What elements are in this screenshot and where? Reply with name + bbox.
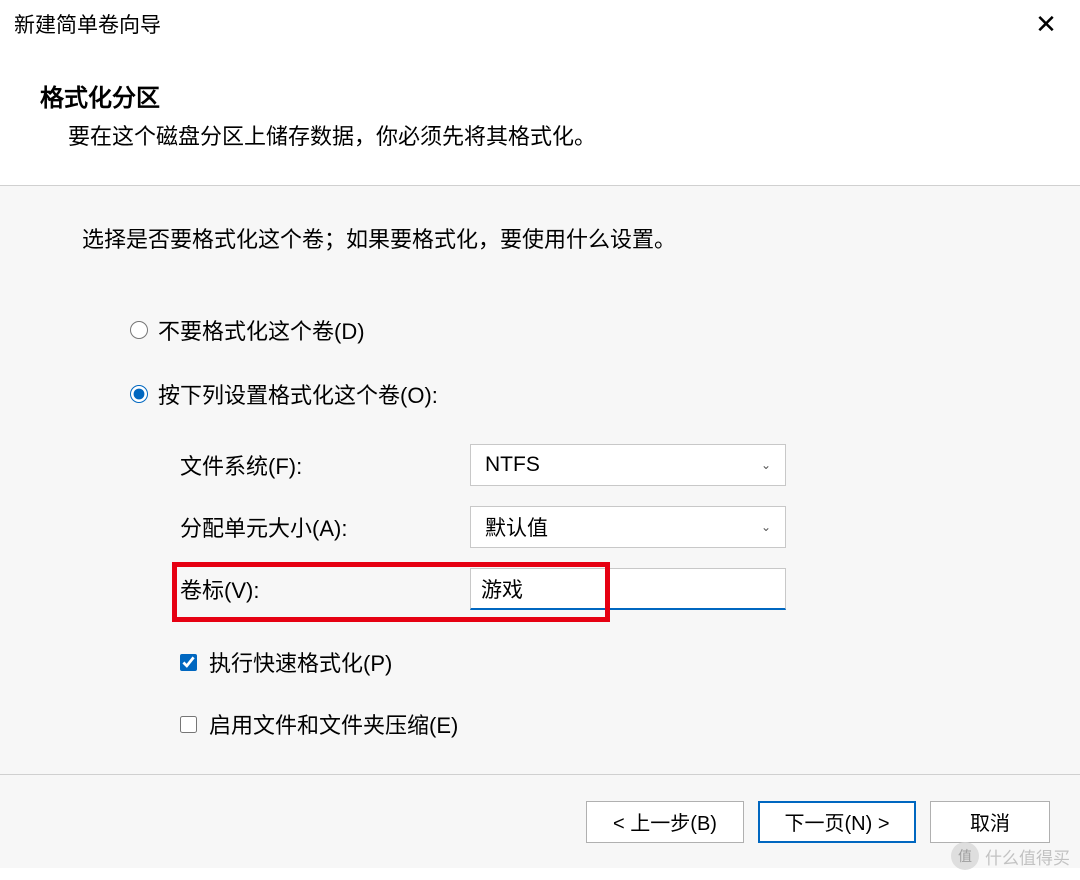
radio-no-format-label: 不要格式化这个卷(D)	[158, 314, 365, 346]
filesystem-label: 文件系统(F):	[180, 449, 470, 481]
instruction-text: 选择是否要格式化这个卷；如果要格式化，要使用什么设置。	[82, 222, 1024, 254]
chevron-down-icon: ⌄	[761, 458, 771, 472]
watermark: 值 什么值得买	[951, 842, 1070, 870]
chevron-down-icon: ⌄	[761, 520, 771, 534]
allocation-row: 分配单元大小(A): 默认值 ⌄	[180, 504, 1024, 550]
radio-group: 不要格式化这个卷(D) 按下列设置格式化这个卷(O): 文件系统(F): NTF…	[130, 314, 1024, 740]
filesystem-row: 文件系统(F): NTFS ⌄	[180, 442, 1024, 488]
wizard-footer: < 上一步(B) 下一页(N) > 取消	[0, 774, 1080, 868]
back-button[interactable]: < 上一步(B)	[586, 801, 744, 843]
next-button[interactable]: 下一页(N) >	[758, 801, 916, 843]
allocation-value: 默认值	[485, 512, 548, 542]
radio-format-input[interactable]	[130, 385, 148, 403]
allocation-label: 分配单元大小(A):	[180, 511, 470, 543]
page-subtitle: 要在这个磁盘分区上储存数据，你必须先将其格式化。	[68, 119, 1040, 151]
radio-no-format[interactable]: 不要格式化这个卷(D)	[130, 314, 1024, 346]
compression-checkbox[interactable]: 启用文件和文件夹压缩(E)	[180, 708, 1024, 740]
volume-label-input[interactable]	[470, 568, 786, 610]
page-title: 格式化分区	[40, 78, 1040, 113]
cancel-button[interactable]: 取消	[930, 801, 1050, 843]
wizard-header: 格式化分区 要在这个磁盘分区上储存数据，你必须先将其格式化。	[0, 48, 1080, 185]
allocation-select[interactable]: 默认值 ⌄	[470, 506, 786, 548]
filesystem-select[interactable]: NTFS ⌄	[470, 444, 786, 486]
radio-format-label: 按下列设置格式化这个卷(O):	[158, 378, 438, 410]
quick-format-label: 执行快速格式化(P)	[209, 646, 392, 678]
volume-label-row: 卷标(V):	[180, 566, 1024, 612]
compression-label: 启用文件和文件夹压缩(E)	[209, 708, 458, 740]
format-settings: 文件系统(F): NTFS ⌄ 分配单元大小(A): 默认值 ⌄ 卷标(V):	[180, 442, 1024, 740]
quick-format-input[interactable]	[180, 654, 197, 671]
radio-format[interactable]: 按下列设置格式化这个卷(O):	[130, 378, 1024, 410]
radio-no-format-input[interactable]	[130, 321, 148, 339]
volume-label-label: 卷标(V):	[180, 573, 470, 605]
window-title: 新建简单卷向导	[14, 9, 161, 39]
compression-input[interactable]	[180, 716, 197, 733]
titlebar: 新建简单卷向导 ✕	[0, 0, 1080, 48]
wizard-content: 选择是否要格式化这个卷；如果要格式化，要使用什么设置。 不要格式化这个卷(D) …	[0, 186, 1080, 774]
quick-format-checkbox[interactable]: 执行快速格式化(P)	[180, 646, 1024, 678]
watermark-icon: 值	[951, 842, 979, 870]
watermark-text: 什么值得买	[985, 844, 1070, 869]
checkbox-area: 执行快速格式化(P) 启用文件和文件夹压缩(E)	[180, 646, 1024, 740]
filesystem-value: NTFS	[485, 453, 540, 477]
close-icon[interactable]: ✕	[1026, 11, 1066, 37]
